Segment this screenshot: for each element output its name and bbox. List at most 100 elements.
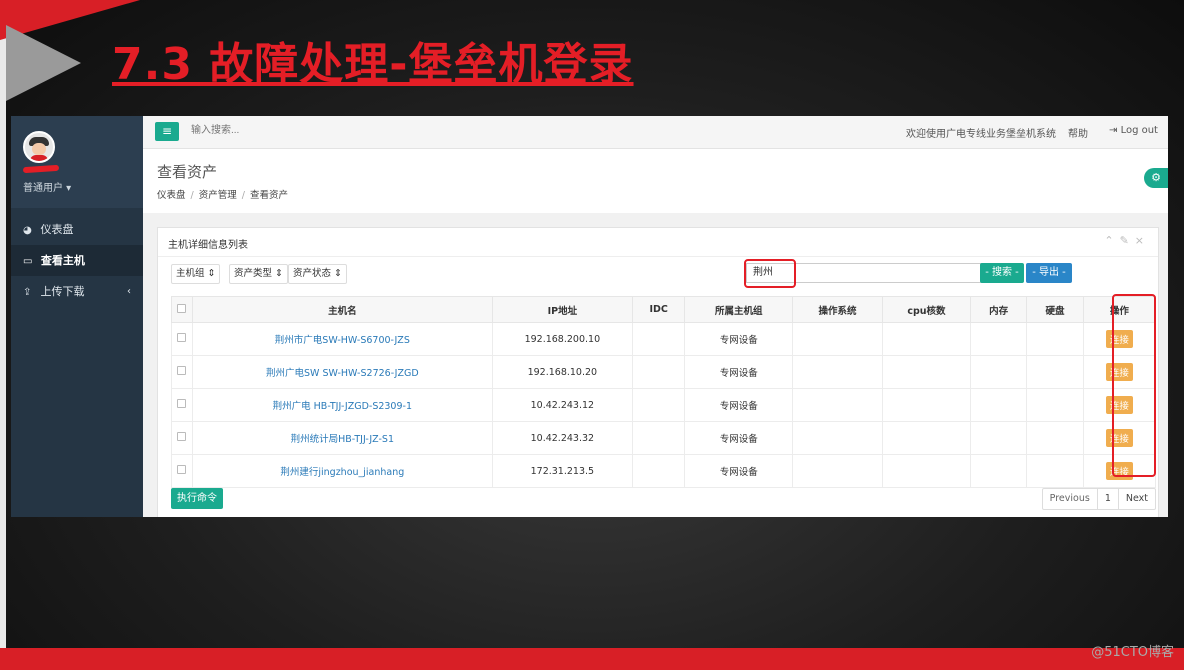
export-button[interactable]: - 导出 - [1026,263,1072,283]
row-checkbox[interactable] [177,333,187,342]
logout-link[interactable]: ⇥ Log out [1109,125,1158,136]
collapse-icon[interactable]: ⌃ [1104,234,1119,247]
app-window: 普通用户 ▾ ◕ 仪表盘 ▭ 查看主机 ⇪ 上传下载 ‹ ≡ 欢迎使用广电专线业… [11,116,1168,517]
search-button[interactable]: - 搜索 - [980,263,1024,283]
cell-host-group: 专网设备 [684,322,794,356]
select-cell[interactable] [171,355,193,389]
pager-previous[interactable]: Previous [1043,489,1097,509]
select-cell[interactable] [171,454,193,488]
col-ip[interactable]: IP地址 [491,296,633,323]
table-header-row: 主机名 IP地址 IDC 所属主机组 操作系统 cpu核数 内存 硬盘 操作 [171,296,1157,323]
col-disk[interactable]: 硬盘 [1026,296,1084,323]
select-all-cell[interactable] [171,296,193,323]
watermark: @51CTO博客 [1091,645,1174,660]
cell-disk [1026,388,1084,422]
sidebar-item-dashboard[interactable]: ◕ 仪表盘 [11,214,143,245]
table-row: 荆州广电 HB-TJJ-JZGD-S2309-1 10.42.243.12 专网设备… [171,388,1157,422]
cell-os [792,355,883,389]
cell-memory [969,322,1028,356]
sidebar-item-view-hosts[interactable]: ▭ 查看主机 [11,245,143,276]
breadcrumb-item: 查看资产 [249,190,288,201]
wrench-icon[interactable]: ✎ [1120,234,1135,247]
asset-type-select[interactable]: 资产类型 ⇕ [229,264,288,284]
sidebar-item-label: 仪表盘 [40,223,74,236]
cell-hostname[interactable]: 荆州统计局HB-TJJ-JZ-S1 [191,421,493,455]
breadcrumb-item[interactable]: 资产管理 [199,190,237,201]
help-link[interactable]: 帮助 [1068,125,1088,140]
monitor-icon: ▭ [23,256,33,267]
col-cpu[interactable]: cpu核数 [881,296,971,323]
logout-icon: ⇥ [1109,125,1121,136]
user-role-dropdown[interactable]: 普通用户 ▾ [23,179,71,194]
cell-hostname[interactable]: 荆州广电SW SW-HW-S2726-JZGD [191,355,493,389]
sidebar-item-upload-download[interactable]: ⇪ 上传下载 ‹ [11,276,143,307]
dashboard-icon: ◕ [23,225,32,236]
page-title: 查看资产 [157,163,218,181]
cell-os [792,454,883,488]
host-table: 主机名 IP地址 IDC 所属主机组 操作系统 cpu核数 内存 硬盘 操作 荆… [171,296,1157,488]
sidebar-item-label: 查看主机 [40,254,85,267]
cell-hostname[interactable]: 荆州广电 HB-TJJ-JZGD-S2309-1 [191,388,493,422]
col-os[interactable]: 操作系统 [792,296,883,323]
cell-disk [1026,355,1084,389]
slide-bottom-bar [0,648,1184,670]
host-group-select[interactable]: 主机组 ⇕ [171,264,221,284]
topbar: ≡ 欢迎使用广电专线业务堡垒机系统 帮助 ⇥ Log out [143,116,1168,149]
logout-label: Log out [1120,125,1158,136]
pager-page-1[interactable]: 1 [1096,489,1118,509]
cell-disk [1026,322,1084,356]
cell-os [792,421,883,455]
select-cell[interactable] [171,388,193,422]
breadcrumb: 仪表盘 / 资产管理 / 查看资产 [157,190,288,201]
cell-ip: 10.42.243.32 [491,421,633,455]
box-tools: ⌃✎× [1104,234,1150,247]
sidebar: 普通用户 ▾ ◕ 仪表盘 ▭ 查看主机 ⇪ 上传下载 ‹ [11,116,143,517]
sidebar-item-label: 上传下载 [40,285,85,298]
cell-cpu [881,322,971,356]
cell-cpu [881,388,971,422]
col-hostname[interactable]: 主机名 [191,296,493,323]
user-panel: 普通用户 ▾ [11,116,143,208]
cell-host-group: 专网设备 [684,421,794,455]
search-input[interactable] [189,124,393,137]
cell-memory [969,454,1028,488]
row-checkbox[interactable] [177,366,187,375]
select-cell[interactable] [171,421,193,455]
avatar[interactable] [23,131,55,163]
select-all-checkbox[interactable] [177,303,187,313]
cell-idc [631,454,686,488]
cell-hostname[interactable]: 荆州建行jingzhou_jianhang [191,454,493,488]
cell-cpu [881,355,971,389]
table-row: 荆州市广电SW-HW-S6700-JZS 192.168.200.10 专网设备 连接 [171,322,1157,356]
cell-cpu [881,454,971,488]
asset-status-select[interactable]: 资产状态 ⇕ [288,264,347,284]
row-checkbox[interactable] [177,465,187,474]
settings-gear-icon[interactable]: ⚙ [1144,168,1168,188]
col-idc[interactable]: IDC [631,296,686,323]
slide-title: 7.3 故障处理-堡垒机登录 [112,39,634,90]
cell-hostname[interactable]: 荆州市广电SW-HW-S6700-JZS [191,322,493,356]
cell-memory [969,421,1028,455]
breadcrumb-item[interactable]: 仪表盘 [157,190,186,201]
table-row: 荆州广电SW SW-HW-S2726-JZGD 192.168.10.20 专网设备… [171,355,1157,389]
cell-memory [969,355,1028,389]
execute-command-button[interactable]: 执行命令 [171,488,223,509]
col-host-group[interactable]: 所属主机组 [684,296,794,323]
cell-ip: 10.42.243.12 [491,388,633,422]
cell-idc [631,421,686,455]
cell-host-group: 专网设备 [684,355,794,389]
menu-toggle-button[interactable]: ≡ [155,122,179,141]
cell-ip: 192.168.10.20 [491,355,633,389]
keyword-highlight [744,259,796,288]
cell-disk [1026,454,1084,488]
col-memory[interactable]: 内存 [969,296,1028,323]
cell-disk [1026,421,1084,455]
cell-os [792,388,883,422]
close-icon[interactable]: × [1135,234,1150,247]
select-cell[interactable] [171,322,193,356]
row-checkbox[interactable] [177,399,187,408]
pager-next[interactable]: Next [1117,489,1155,509]
cell-host-group: 专网设备 [684,454,794,488]
slide-corner-arrow [6,25,81,101]
row-checkbox[interactable] [177,432,187,441]
